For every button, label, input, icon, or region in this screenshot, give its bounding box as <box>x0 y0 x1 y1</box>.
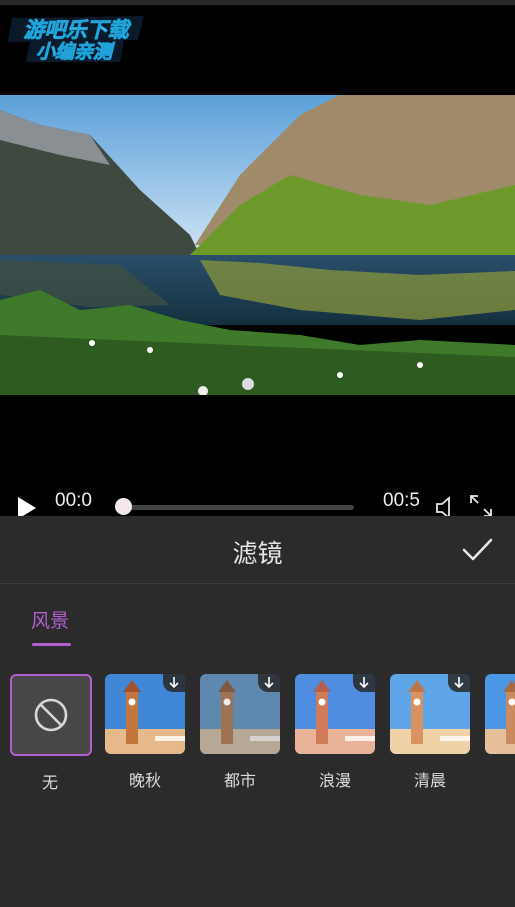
filter-none-box <box>10 674 92 756</box>
download-icon <box>454 677 464 689</box>
filter-label: 清 <box>485 767 515 791</box>
download-icon <box>264 677 274 689</box>
download-icon <box>359 677 369 689</box>
download-badge <box>163 674 185 692</box>
tab-indicator <box>32 643 71 646</box>
filter-qingchen[interactable]: 清晨 <box>390 674 470 791</box>
filter-label: 晚秋 <box>128 771 161 790</box>
progress-handle[interactable] <box>115 498 132 515</box>
filter-thumbnail <box>390 674 470 754</box>
filter-wanqiu[interactable]: 晚秋 <box>105 674 185 791</box>
filter-dushi[interactable]: 都市 <box>200 674 280 791</box>
tab-scenery[interactable]: 风景 <box>31 606 69 633</box>
video-preview[interactable] <box>0 95 515 395</box>
watermark-line1: 游吧乐下载 <box>24 18 132 42</box>
filter-label: 都市 <box>223 771 256 790</box>
filter-langman[interactable]: 浪漫 <box>295 674 375 791</box>
filter-thumbnail <box>105 674 185 754</box>
current-time: 00:0 <box>55 490 92 511</box>
panel-title: 滤镜 <box>232 539 283 568</box>
watermark-line2: 小编亲测 <box>36 41 116 63</box>
filter-label: 浪漫 <box>318 771 351 790</box>
filter-none[interactable]: 无 <box>10 674 92 793</box>
filter-qing[interactable]: 清 <box>485 674 515 791</box>
duration-time: 00:5 <box>383 490 420 511</box>
no-filter-icon <box>34 698 68 732</box>
status-strip <box>0 0 515 5</box>
download-badge <box>258 674 280 692</box>
filter-thumbnail <box>485 674 515 754</box>
filter-label: 清晨 <box>413 771 446 790</box>
watermark-logo: 游吧乐下载 小编亲测 <box>6 12 146 64</box>
confirm-button[interactable] <box>460 536 494 564</box>
check-icon <box>462 538 493 561</box>
filter-panel: 滤镜 风景 无 晚秋 都市 浪漫 清晨 <box>0 516 515 907</box>
filter-label: 无 <box>41 773 58 792</box>
player-controls: 00:0 00:5 <box>0 485 515 520</box>
download-icon <box>169 677 179 689</box>
filter-thumbnail <box>200 674 280 754</box>
panel-header: 滤镜 <box>0 516 515 584</box>
download-badge <box>448 674 470 692</box>
filter-thumbnail <box>295 674 375 754</box>
download-badge <box>353 674 375 692</box>
progress-track[interactable] <box>120 505 354 510</box>
filter-list: 无 晚秋 都市 浪漫 清晨 <box>0 674 515 794</box>
